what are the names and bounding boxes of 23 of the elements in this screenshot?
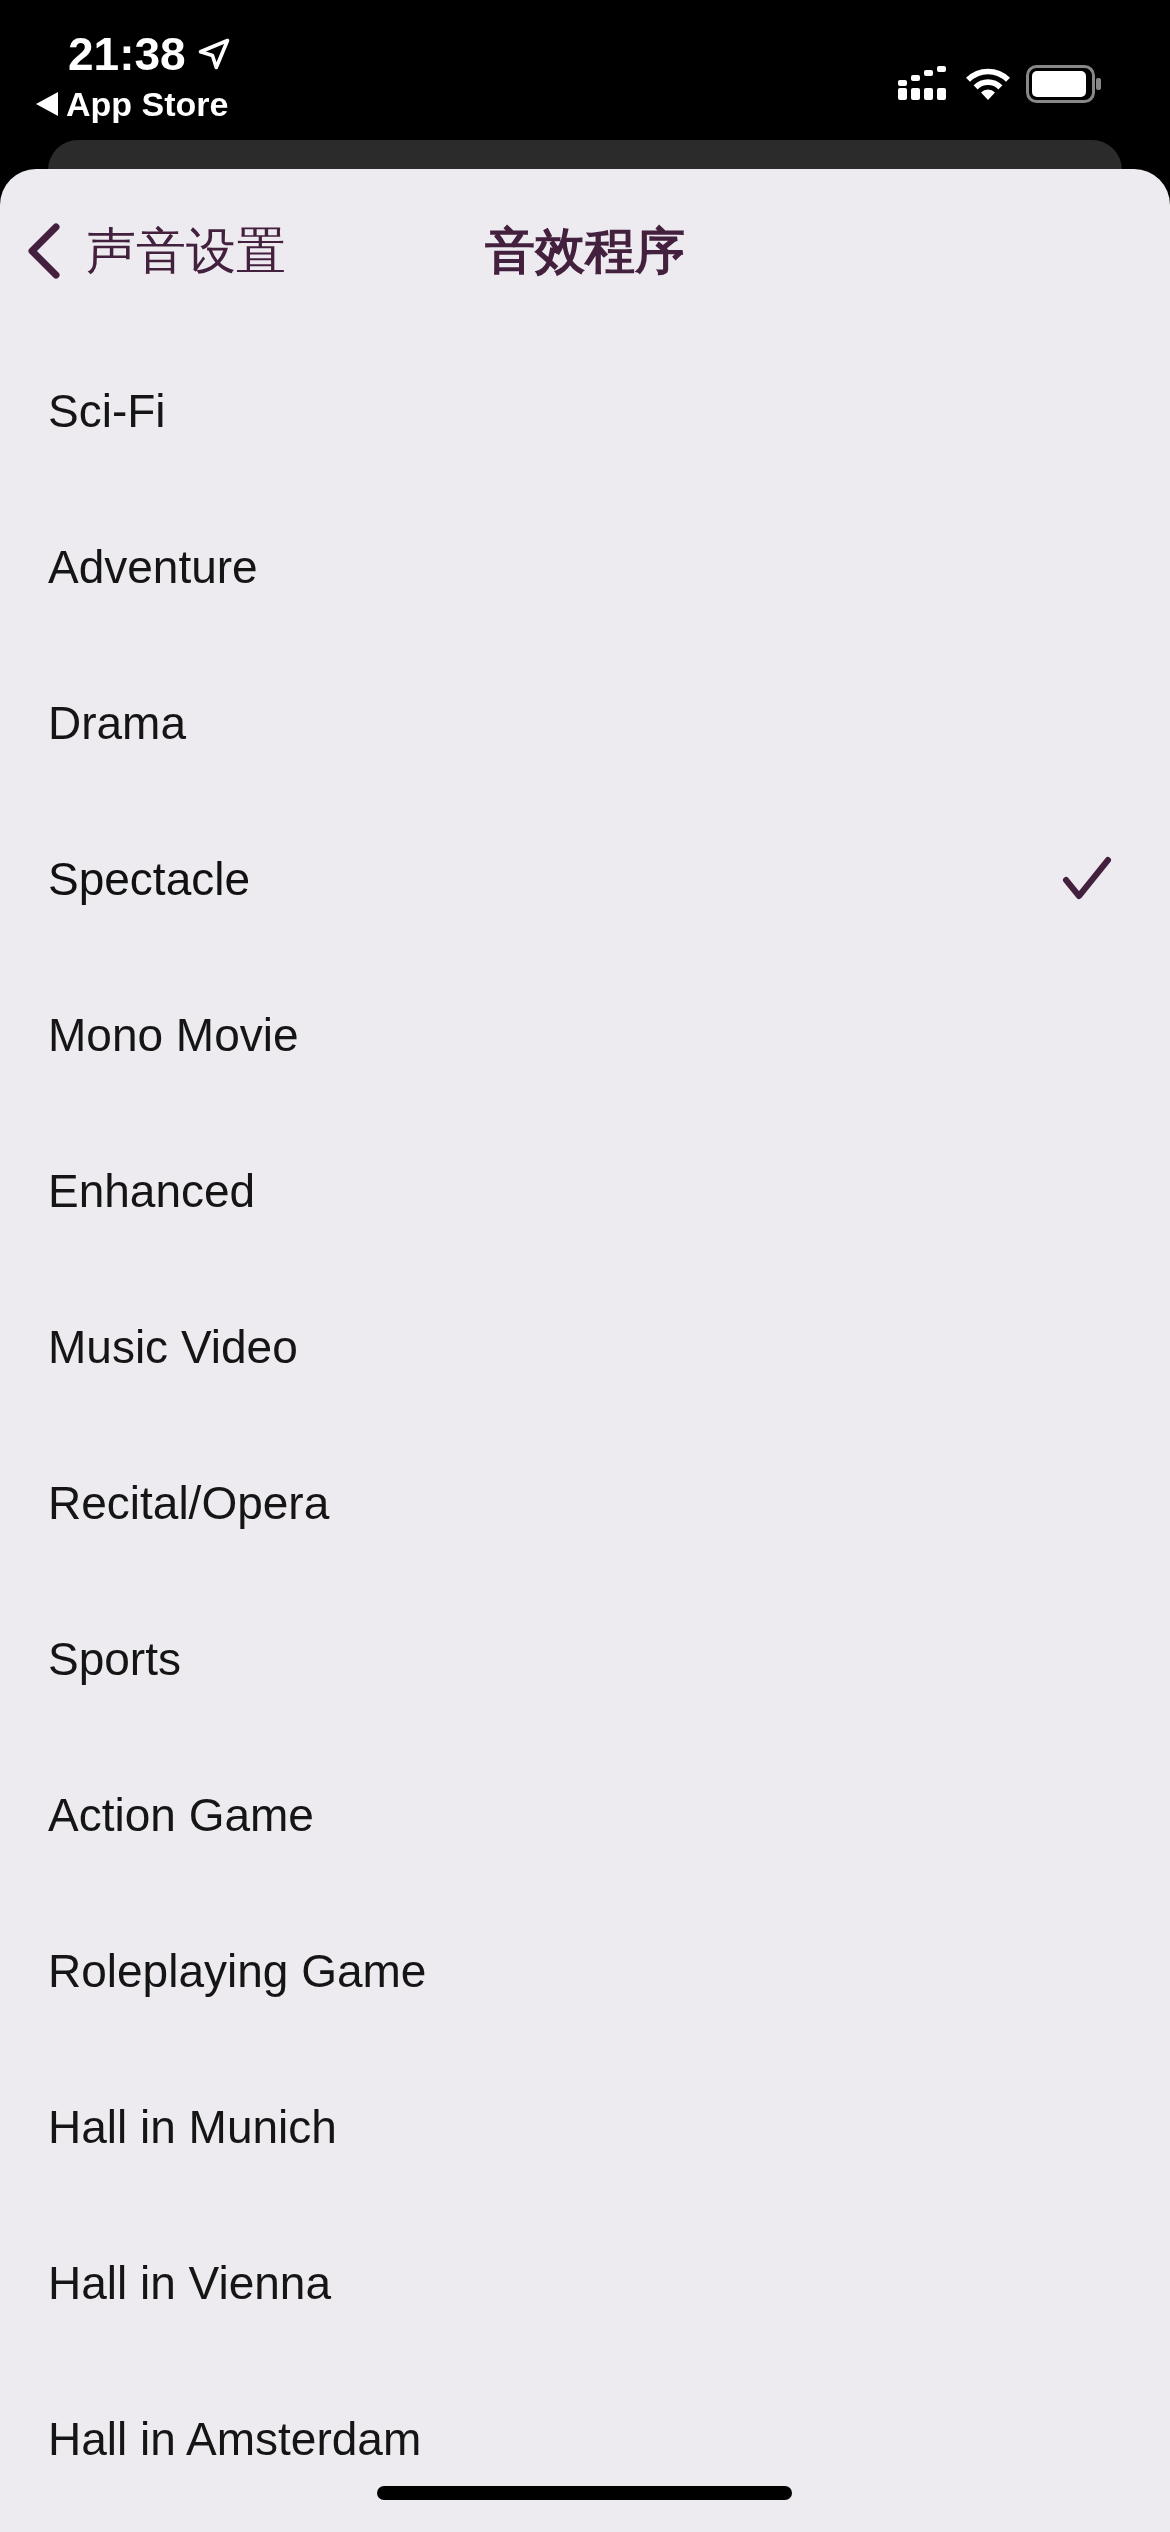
preset-option[interactable]: Sci-Fi [0, 333, 1170, 489]
battery-icon [1026, 65, 1102, 103]
preset-option[interactable]: Mono Movie [0, 957, 1170, 1113]
checkmark-icon [1062, 856, 1112, 902]
preset-option[interactable]: Music Video [0, 1269, 1170, 1425]
preset-option[interactable]: Hall in Munich [0, 2049, 1170, 2205]
preset-option[interactable]: Adventure [0, 489, 1170, 645]
clock-time: 21:38 [68, 27, 186, 82]
preset-option[interactable]: Hall in Amsterdam [0, 2361, 1170, 2517]
preset-option[interactable]: Action Game [0, 1737, 1170, 1893]
page-title: 音效程序 [485, 222, 685, 281]
preset-option[interactable]: Recital/Opera [0, 1425, 1170, 1581]
chevron-left-icon [26, 223, 60, 279]
back-button[interactable]: 声音设置 [26, 221, 286, 281]
preset-option[interactable]: Enhanced [0, 1113, 1170, 1269]
preset-option[interactable]: Hall in Vienna [0, 2205, 1170, 2361]
preset-option[interactable]: Sports [0, 1581, 1170, 1737]
back-triangle-icon [36, 92, 58, 116]
preset-option[interactable]: Roleplaying Game [0, 1893, 1170, 2049]
preset-option[interactable]: Drama [0, 645, 1170, 801]
back-to-app-link[interactable]: App Store [36, 82, 232, 126]
wifi-icon [964, 66, 1012, 102]
preset-option[interactable]: Spectacle [0, 801, 1170, 957]
